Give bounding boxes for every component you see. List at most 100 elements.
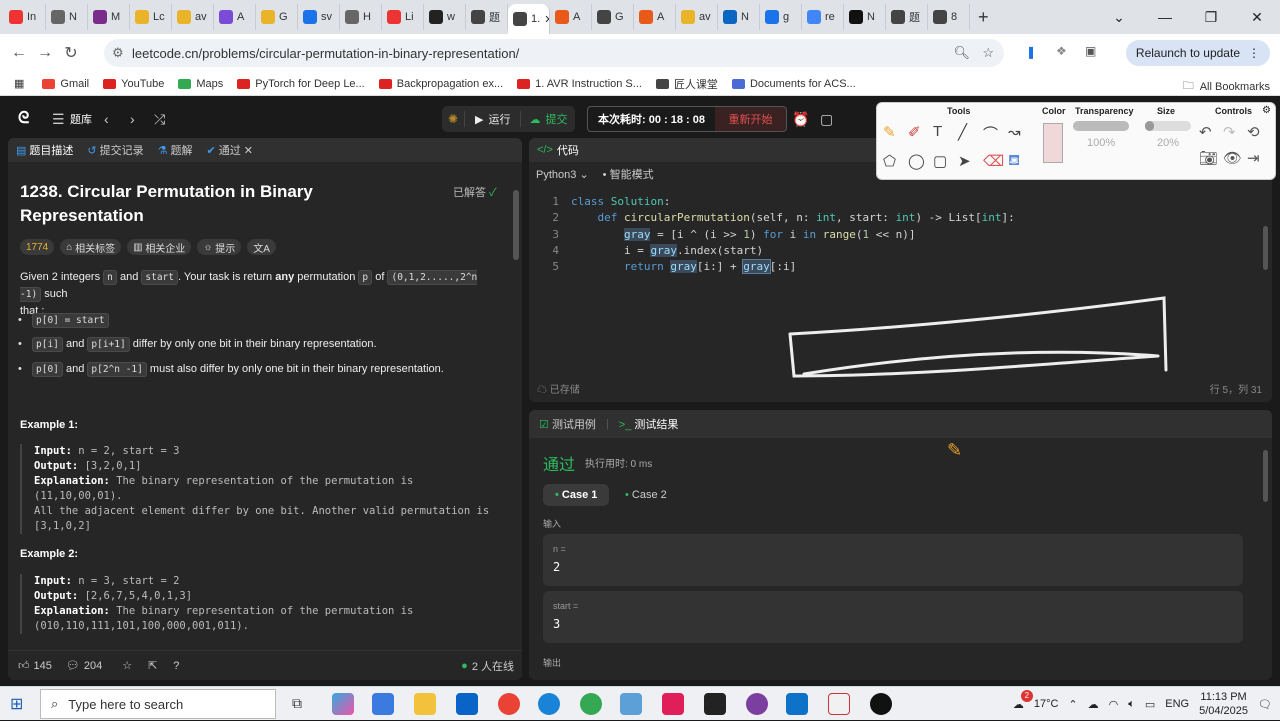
debug-icon[interactable]: ✺ bbox=[442, 112, 464, 126]
back-button[interactable]: ← bbox=[6, 44, 32, 62]
browser-tab[interactable]: G bbox=[592, 4, 634, 30]
tab-submissions[interactable]: ↺ 提交记录 bbox=[87, 142, 143, 158]
obs-icon[interactable] bbox=[746, 693, 768, 715]
browser-tab[interactable]: 8 bbox=[928, 4, 970, 30]
maximize-button[interactable]: ❐ bbox=[1188, 0, 1234, 34]
minimize-button[interactable]: — bbox=[1142, 0, 1188, 34]
bookmark-item[interactable]: 1. AVR Instruction S... bbox=[517, 78, 642, 90]
new-tab-button[interactable]: + bbox=[978, 7, 989, 28]
leetcode-logo-icon[interactable]: ᘓ bbox=[18, 110, 29, 128]
browser-tab[interactable]: In bbox=[4, 4, 46, 30]
camera-icon[interactable]: 📷︎ bbox=[1199, 149, 1223, 167]
github-icon[interactable] bbox=[870, 693, 892, 715]
file-explorer-icon[interactable] bbox=[414, 693, 436, 715]
tab-search-icon[interactable]: ⌄ bbox=[1096, 0, 1142, 34]
restart-button[interactable]: 重新开始 bbox=[714, 107, 786, 131]
code-line[interactable]: 4 i = gray.index(start) bbox=[529, 243, 763, 259]
snip-icon[interactable] bbox=[828, 693, 850, 715]
ellipse-tool-icon[interactable]: ◯ bbox=[908, 152, 933, 171]
extensions-puzzle-icon[interactable]: ▣ bbox=[1085, 44, 1096, 58]
clear-icon[interactable]: ⟲ bbox=[1247, 123, 1271, 141]
related-tags-button[interactable]: ⌂ 相关标签 bbox=[60, 239, 122, 255]
browser-tab[interactable]: av bbox=[676, 4, 718, 30]
browser-tab[interactable]: 1.✕ bbox=[508, 4, 550, 34]
color-swatch[interactable] bbox=[1043, 123, 1063, 163]
all-bookmarks[interactable]: 🗀 All Bookmarks bbox=[1183, 77, 1270, 96]
comment-button[interactable]: 💬︎ 204 bbox=[66, 659, 102, 673]
size-slider[interactable] bbox=[1145, 121, 1191, 131]
shuffle-icon[interactable]: ⤮ bbox=[154, 111, 165, 128]
pentagon-tool-icon[interactable]: ⬠ bbox=[883, 152, 908, 171]
undo-icon[interactable]: ↶ bbox=[1199, 123, 1223, 141]
share-icon[interactable]: ⇱ bbox=[148, 659, 157, 672]
results-scrollbar[interactable] bbox=[1263, 450, 1268, 502]
copilot-icon[interactable] bbox=[332, 693, 354, 715]
prev-problem-button[interactable]: ‹ bbox=[104, 111, 109, 127]
browser-tab[interactable]: A bbox=[214, 4, 256, 30]
select-cursor-icon[interactable]: ➤ bbox=[958, 152, 983, 171]
hide-eye-icon[interactable]: 👁︎ bbox=[1223, 149, 1247, 167]
tab-test-results[interactable]: >_ 测试结果 bbox=[619, 416, 679, 432]
browser-tab[interactable]: Lc bbox=[130, 4, 172, 30]
fill-bucket-icon[interactable]: ⛾ bbox=[1008, 152, 1033, 171]
bookmark-item[interactable]: 匠人课堂 bbox=[655, 76, 718, 92]
edge-icon[interactable] bbox=[538, 693, 560, 715]
url-field[interactable]: ⚙ leetcode.cn/problems/circular-permutat… bbox=[104, 39, 1004, 67]
case-2-tab[interactable]: • Case 2 bbox=[621, 484, 671, 506]
browser-tab[interactable]: G bbox=[256, 4, 298, 30]
related-companies-button[interactable]: ▥ 相关企业 bbox=[127, 239, 192, 255]
weather-icon[interactable]: ☁ 2 bbox=[1013, 689, 1033, 711]
browser-tab[interactable]: M bbox=[88, 4, 130, 30]
tab-solutions[interactable]: ⚗ 题解 bbox=[158, 142, 193, 158]
chrome-2-icon[interactable] bbox=[580, 693, 602, 715]
site-info-icon[interactable]: ⚙ bbox=[112, 45, 124, 61]
case-1-tab[interactable]: • Case 1 bbox=[543, 484, 610, 506]
browser-tab[interactable]: 题 bbox=[886, 4, 928, 30]
zoom-icon[interactable]: 🔍︎ bbox=[953, 45, 970, 61]
exit-icon[interactable]: ⇥ bbox=[1247, 149, 1271, 167]
code-line[interactable]: 1 class Solution: bbox=[529, 194, 670, 210]
rectangle-tool-icon[interactable]: ▢ bbox=[933, 152, 958, 171]
browser-tab[interactable]: A bbox=[634, 4, 676, 30]
bookmark-item[interactable]: Backpropagation ex... bbox=[378, 78, 503, 90]
scrollbar-thumb[interactable] bbox=[513, 190, 519, 260]
bookmark-star-icon[interactable]: ☆ bbox=[982, 45, 994, 61]
redo-icon[interactable]: ↷ bbox=[1223, 123, 1247, 141]
text-tool-icon[interactable]: T bbox=[933, 123, 958, 144]
settings-gear-icon[interactable]: ⚙ bbox=[1262, 105, 1271, 116]
clock[interactable]: 11:13 PM 5/04/2025 bbox=[1199, 690, 1248, 718]
tab-accepted[interactable]: ✔ 通过 ✕ bbox=[207, 142, 253, 158]
extension-icon[interactable]: ❚ bbox=[1026, 45, 1036, 59]
code-line[interactable]: 5 return gray[i:] + gray[:i] bbox=[529, 259, 796, 275]
outlook-icon[interactable] bbox=[456, 693, 478, 715]
alarm-icon[interactable]: ⏰ bbox=[792, 111, 809, 128]
highlighter-icon[interactable]: ✐ bbox=[908, 123, 933, 144]
language-indicator[interactable]: ENG bbox=[1165, 698, 1189, 710]
browser-tab[interactable]: sv bbox=[298, 4, 340, 30]
windows-start-icon[interactable]: ⊞ bbox=[10, 694, 23, 714]
screen-icon[interactable] bbox=[620, 693, 642, 715]
bookmark-item[interactable]: Documents for ACS... bbox=[731, 78, 856, 90]
bookmark-item[interactable]: YouTube bbox=[103, 78, 164, 90]
vscode-icon[interactable] bbox=[786, 693, 808, 715]
reload-button[interactable]: ↻ bbox=[58, 43, 84, 63]
bookmark-item[interactable]: PyTorch for Deep Le... bbox=[237, 78, 365, 90]
extension-2-icon[interactable]: ❖ bbox=[1056, 44, 1067, 58]
help-icon[interactable]: ? bbox=[173, 660, 179, 672]
onedrive-icon[interactable]: ☁ bbox=[1088, 698, 1099, 711]
smart-mode-toggle[interactable]: • 智能模式 bbox=[603, 166, 654, 182]
language-select[interactable]: Python3 ⌄ bbox=[536, 168, 589, 181]
pencil-icon[interactable]: ✎ bbox=[883, 123, 908, 144]
browser-tab[interactable]: N bbox=[844, 4, 886, 30]
tab-testcases[interactable]: ☑ 测试用例 bbox=[539, 416, 596, 432]
volume-icon[interactable]: 🔈︎ bbox=[1128, 698, 1135, 711]
chrome-icon[interactable] bbox=[498, 693, 520, 715]
curve-tool-icon[interactable]: ⌒ bbox=[983, 123, 1008, 144]
taskbar-search[interactable]: ⌕ Type here to search bbox=[40, 689, 276, 719]
code-line[interactable]: 2 def circularPermutation(self, n: int, … bbox=[529, 210, 1014, 226]
terminal-app-icon[interactable] bbox=[704, 693, 726, 715]
relaunch-update-button[interactable]: Relaunch to update ⋮ bbox=[1125, 40, 1270, 66]
next-problem-button[interactable]: › bbox=[130, 111, 135, 127]
run-button[interactable]: ▶ 运行 bbox=[464, 111, 520, 127]
chevron-up-icon[interactable]: ⌃ bbox=[1068, 698, 1077, 711]
